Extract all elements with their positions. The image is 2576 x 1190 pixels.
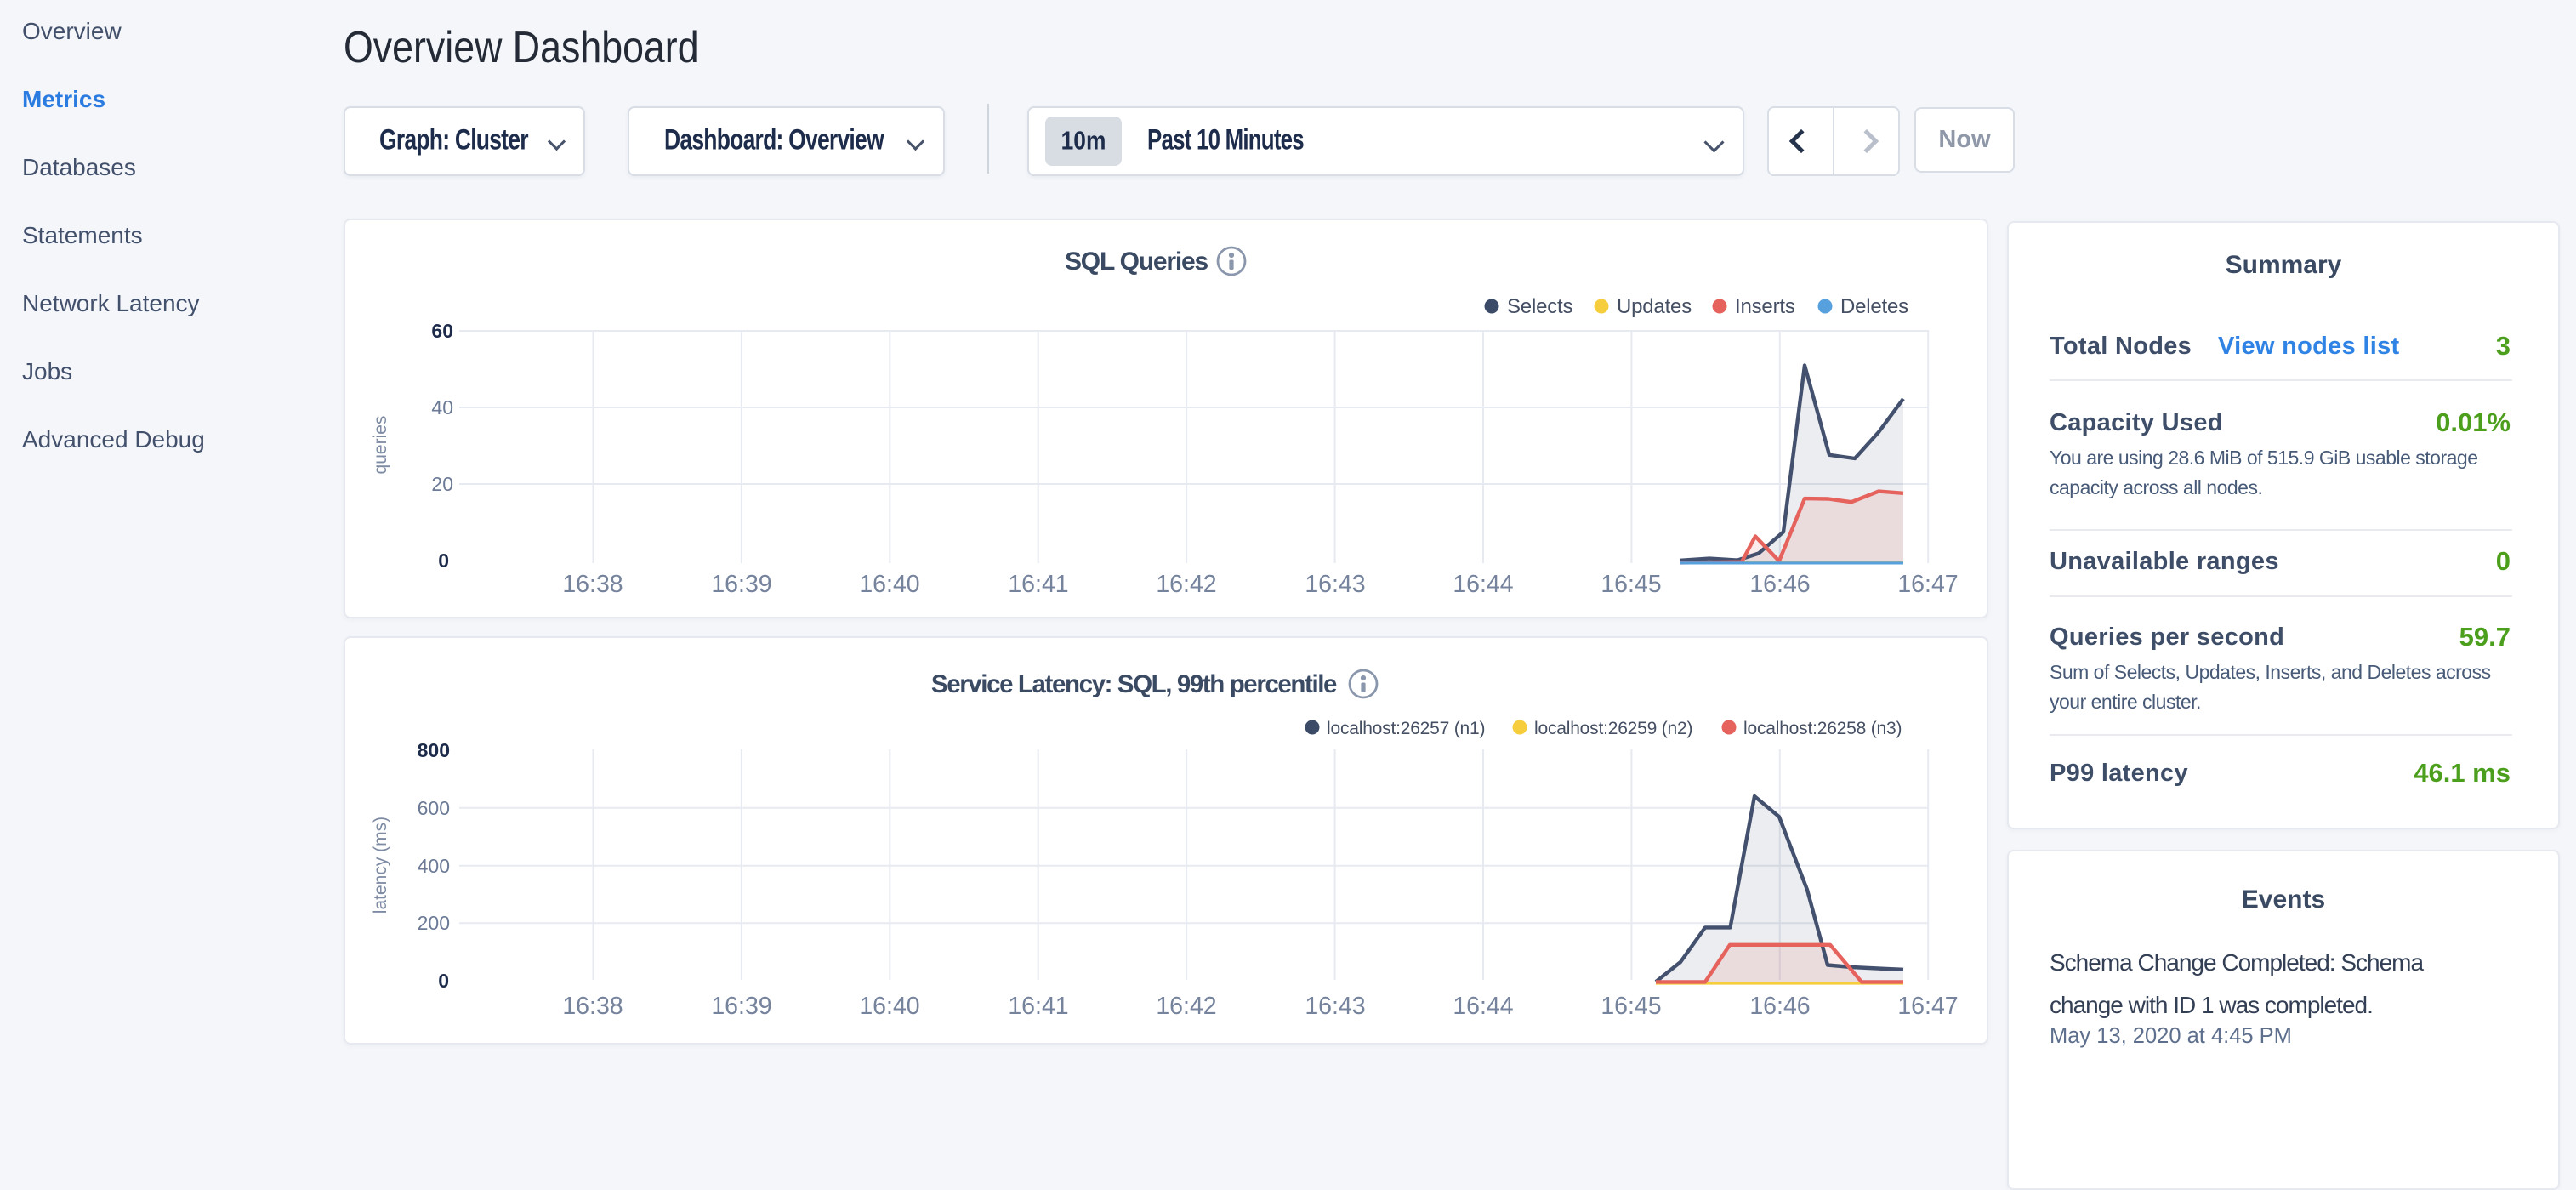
svg-text:40: 40 [431,396,453,418]
svg-text:Service Latency: SQL, 99th per: Service Latency: SQL, 99th percentile [931,670,1337,698]
svg-text:16:44: 16:44 [1453,993,1513,1020]
svg-text:16:38: 16:38 [562,571,623,598]
svg-text:queries: queries [371,416,390,475]
svg-text:Updates: Updates [1617,295,1692,318]
svg-text:16:39: 16:39 [711,993,771,1020]
svg-text:16:43: 16:43 [1305,571,1365,598]
svg-text:60: 60 [431,320,453,342]
svg-text:16:41: 16:41 [1008,993,1068,1020]
svg-text:localhost:26258 (n3): localhost:26258 (n3) [1743,719,1902,738]
svg-text:16:38: 16:38 [562,993,623,1020]
svg-text:200: 200 [418,912,450,934]
svg-text:600: 600 [418,797,450,819]
svg-text:16:46: 16:46 [1749,993,1810,1020]
svg-text:16:41: 16:41 [1008,571,1068,598]
svg-text:16:42: 16:42 [1156,993,1216,1020]
svg-text:Deletes: Deletes [1840,295,1908,318]
svg-text:Inserts: Inserts [1735,295,1795,318]
svg-text:16:43: 16:43 [1305,993,1365,1020]
svg-text:16:40: 16:40 [859,993,919,1020]
svg-text:16:42: 16:42 [1156,571,1216,598]
svg-text:16:40: 16:40 [859,571,919,598]
svg-text:16:47: 16:47 [1897,993,1958,1020]
svg-text:16:45: 16:45 [1601,993,1661,1020]
svg-text:SQL Queries: SQL Queries [1065,248,1208,276]
svg-text:localhost:26257 (n1): localhost:26257 (n1) [1327,719,1485,738]
svg-text:16:45: 16:45 [1601,571,1661,598]
svg-text:16:44: 16:44 [1453,571,1513,598]
svg-text:20: 20 [431,473,453,495]
svg-text:16:39: 16:39 [711,571,771,598]
svg-text:0: 0 [438,549,449,572]
svg-text:16:46: 16:46 [1749,571,1810,598]
svg-text:16:47: 16:47 [1897,571,1958,598]
svg-text:400: 400 [418,855,450,877]
svg-text:latency (ms): latency (ms) [371,817,390,914]
svg-text:Selects: Selects [1507,295,1573,318]
svg-text:800: 800 [418,739,450,761]
svg-text:0: 0 [438,970,449,992]
svg-text:localhost:26259 (n2): localhost:26259 (n2) [1534,719,1692,738]
